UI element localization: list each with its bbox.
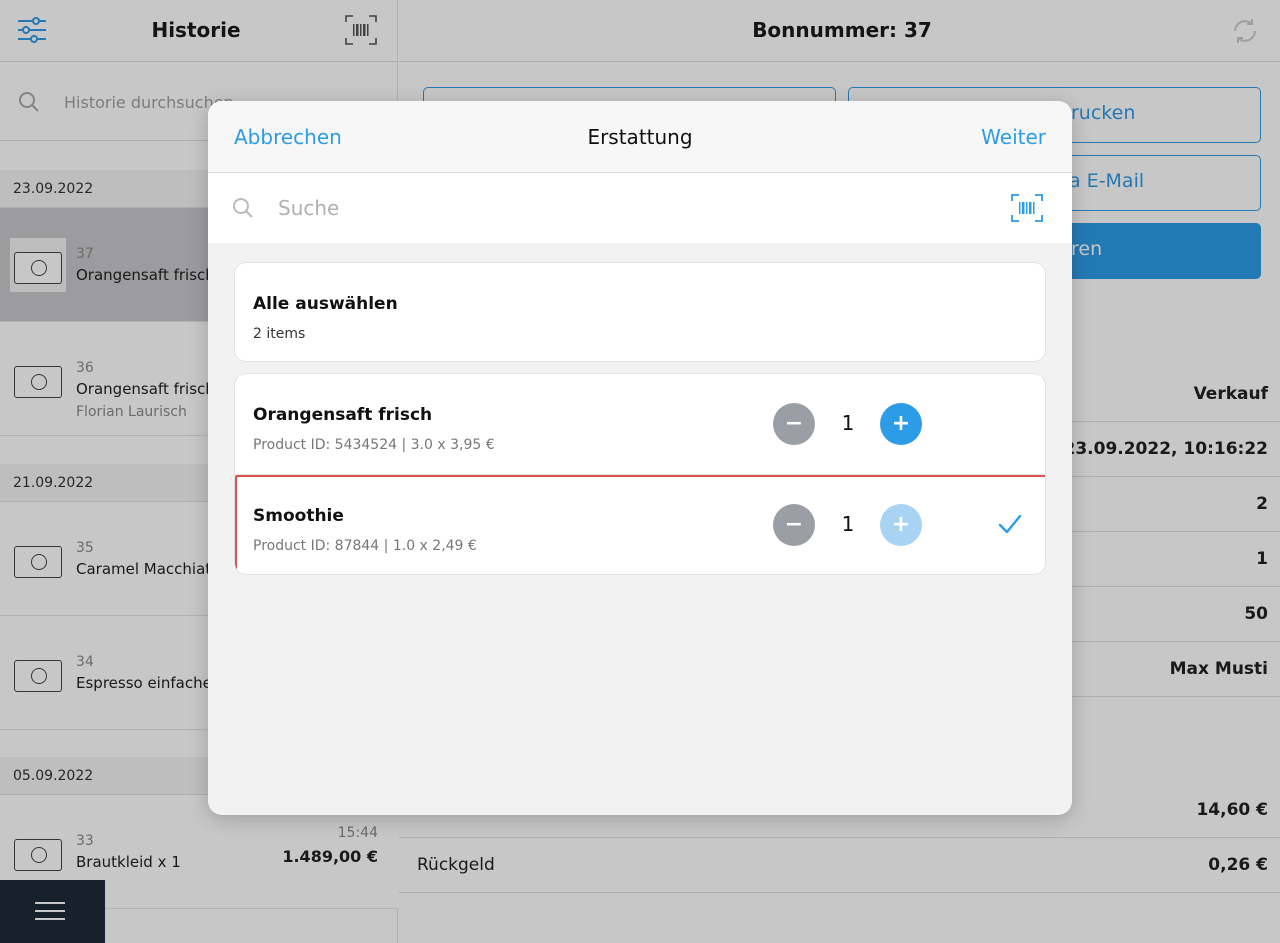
refund-modal: Abbrechen Erstattung Weiter Alle auswähl… [208, 101, 1072, 815]
modal-header: Abbrechen Erstattung Weiter [208, 101, 1072, 173]
refund-item-row[interactable]: Orangensaft frisch Product ID: 5434524 |… [235, 374, 1045, 475]
next-button[interactable]: Weiter [981, 125, 1046, 149]
select-all-title: Alle auswählen [253, 294, 398, 314]
item-quantity: 1 [841, 411, 855, 435]
item-name: Orangensaft frisch [253, 405, 433, 425]
barcode-icon[interactable] [1010, 193, 1044, 223]
select-all-card[interactable]: Alle auswählen 2 items [234, 262, 1046, 362]
selection-highlight [235, 475, 1045, 574]
decrease-quantity-button[interactable]: − [773, 403, 815, 445]
product-search-input[interactable] [278, 191, 968, 225]
refund-items-card: Orangensaft frisch Product ID: 5434524 |… [234, 373, 1046, 575]
modal-title: Erstattung [587, 125, 693, 149]
search-icon [233, 198, 253, 218]
increase-quantity-button[interactable]: + [880, 403, 922, 445]
modal-search-bar [208, 173, 1072, 243]
item-detail: Product ID: 5434524 | 3.0 x 3,95 € [253, 437, 495, 453]
select-all-count: 2 items [253, 326, 306, 342]
